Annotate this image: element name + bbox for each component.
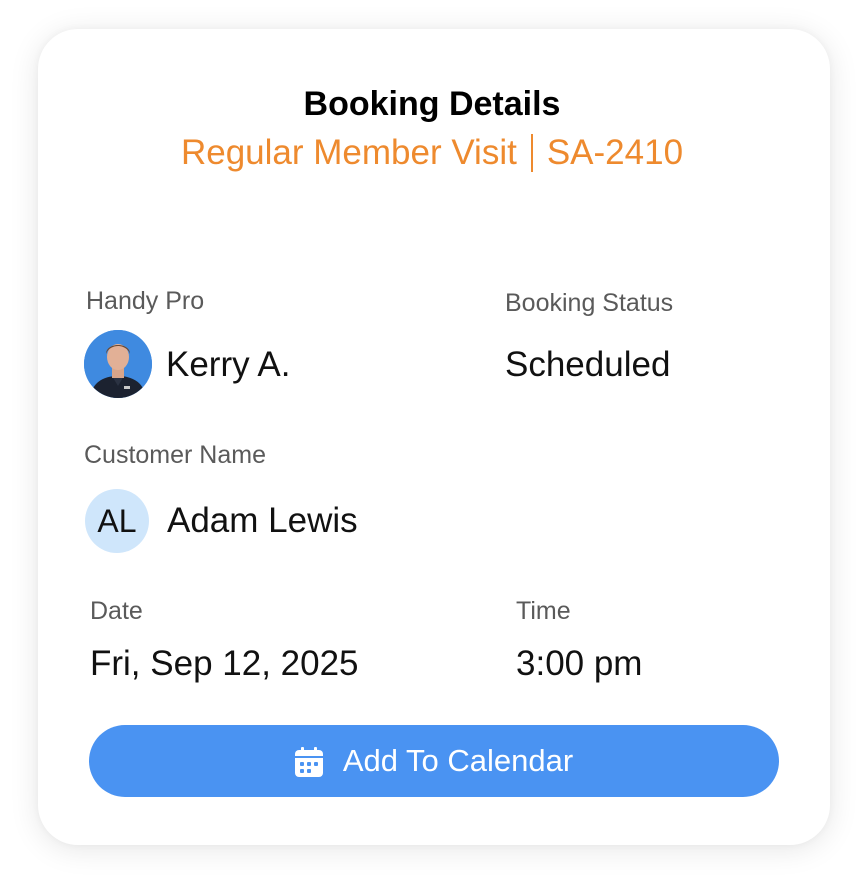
handy-pro-avatar (84, 330, 152, 398)
time-label: Time (516, 597, 571, 625)
page-title: Booking Details (303, 85, 561, 123)
time-value: 3:00 pm (516, 644, 643, 683)
customer-name-label: Customer Name (84, 441, 266, 469)
customer-name-value: Adam Lewis (167, 501, 358, 540)
date-label: Date (90, 597, 143, 625)
booking-status-value: Scheduled (505, 345, 671, 384)
add-to-calendar-button[interactable]: Add To Calendar (89, 725, 779, 797)
customer-avatar: AL (85, 489, 149, 553)
date-value: Fri, Sep 12, 2025 (90, 644, 359, 683)
visit-type: Regular Member Visit (180, 133, 517, 172)
add-to-calendar-label: Add To Calendar (342, 743, 574, 778)
booking-id: SA-2410 (546, 133, 684, 172)
booking-status-label: Booking Status (505, 289, 674, 317)
handy-pro-name: Kerry A. (166, 345, 291, 384)
subtitle-divider (530, 133, 533, 172)
person-photo-icon (84, 330, 152, 398)
booking-subtitle: Regular Member Visit SA-2410 (0, 133, 864, 176)
calendar-icon (294, 747, 323, 777)
handy-pro-label: Handy Pro (86, 287, 205, 315)
